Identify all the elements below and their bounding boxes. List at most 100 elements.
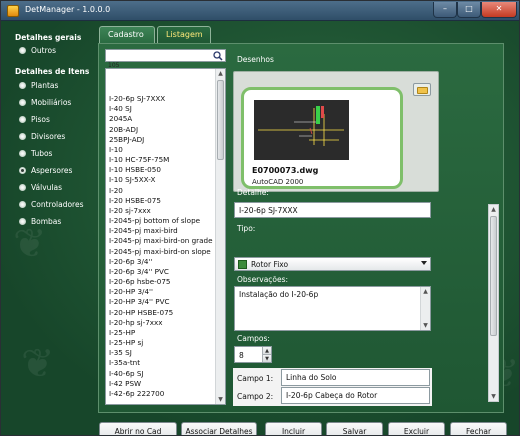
detail-list[interactable]: I-20-6p SJ-7XXX I-40 SJ 2045A 20B-ADJ 25BPJ-… [105,68,226,405]
list-item[interactable]: I-10 SJ-5XX-X [108,175,216,185]
radio-checked-icon [19,167,26,174]
drawings-label: Desenhos [237,55,274,64]
title-bar[interactable]: DetManager - 1.0.0.0 – □ ✕ [1,1,519,21]
list-item[interactable]: I-20 sj-7xxx [108,206,216,216]
list-item[interactable]: I-42-6p 222700 [108,389,216,399]
campos-label: Campos: [237,334,270,343]
list-item[interactable]: I-20 [108,186,216,196]
sidebar-item-tubos[interactable]: Tubos [19,149,52,158]
list-item[interactable]: I-2045-pj maxi-bird-on slope [108,247,216,257]
sidebar-item-controladores[interactable]: Controladores [19,200,84,209]
search-input[interactable] [105,49,226,62]
form-scrollbar[interactable]: ▲ ▼ [488,204,499,402]
tipo-select[interactable]: Rotor Fixo [234,257,431,271]
maximize-button[interactable]: □ [457,2,481,18]
detalhe-field[interactable]: I-20-6p SJ-7XXX [234,202,431,218]
list-item[interactable]: I-20-6p SJ-7XXX [108,94,216,104]
scroll-up-icon[interactable]: ▲ [421,287,430,296]
sidebar-item-aspersores[interactable]: Aspersores [19,166,72,175]
salvar-button[interactable]: Salvar [326,422,383,435]
campos-stepper[interactable]: 8 ▲ ▼ [234,346,272,363]
list-item[interactable]: I-10 [108,145,216,155]
associar-detalhes-button[interactable]: Associar Detalhes [181,422,257,435]
campo-2-field[interactable]: I-20-6p Cabeça do Rotor [281,387,430,404]
detalhe-label: Detalhe: [237,188,269,197]
scroll-down-icon[interactable]: ▼ [421,321,430,330]
incluir-button[interactable]: Incluir [265,422,322,435]
observacoes-value: Instalação do I-20-6p [239,290,319,299]
drawing-version: AutoCAD 2000 [252,178,304,186]
list-item[interactable]: I-2045-pj maxi-bird-on grade [108,236,216,246]
list-item[interactable]: 25BPJ-ADJ [108,135,216,145]
radio-icon [19,99,26,106]
scroll-up-icon[interactable]: ▲ [489,205,498,214]
scroll-down-icon[interactable]: ▼ [489,392,498,401]
detail-list-items: I-20-6p SJ-7XXX I-40 SJ 2045A 20B-ADJ 25BPJ-… [108,94,216,399]
list-item[interactable]: I-40-6p SJ [108,369,216,379]
folder-icon [417,87,428,94]
drawing-card[interactable]: E0700073.dwg AutoCAD 2000 [241,87,403,189]
scroll-up-icon[interactable]: ▲ [216,69,225,78]
sidebar-item-valvulas[interactable]: Válvulas [19,183,62,192]
client-area: ❦ ❦ ❦ Detalhes gerais Outros Detalhes de… [1,21,519,435]
sidebar: Detalhes gerais Outros Detalhes de Itens… [1,21,96,435]
campo-1-label: Campo 1: [237,374,274,383]
list-item[interactable]: I-25-HP [108,328,216,338]
window-title: DetManager - 1.0.0.0 [25,5,111,14]
list-item[interactable]: I-20-6p 3/4'' [108,257,216,267]
list-item[interactable]: I-40 SJ [108,104,216,114]
sidebar-item-outros[interactable]: Outros [19,46,56,55]
scroll-thumb[interactable] [217,80,224,160]
list-item[interactable]: 2045A [108,114,216,124]
list-item[interactable]: I-10 HSBE-050 [108,165,216,175]
list-item[interactable]: I-20 HSBE-075 [108,196,216,206]
tipo-select-value: Rotor Fixo [251,260,289,269]
list-item[interactable]: I-20-hp sj-7xxx [108,318,216,328]
minimize-button[interactable]: – [433,2,457,18]
search-icon[interactable] [213,51,223,61]
scroll-down-icon[interactable]: ▼ [216,395,225,404]
list-item[interactable]: I-20-HP 3/4'' PVC [108,297,216,307]
tab-listagem[interactable]: Listagem [157,26,211,43]
open-folder-button[interactable] [413,83,431,96]
sidebar-item-plantas[interactable]: Plantas [19,81,58,90]
tab-cadastro[interactable]: Cadastro [99,26,155,43]
observacoes-label: Observações: [237,275,289,284]
sidebar-item-label: Plantas [31,81,59,90]
list-item[interactable]: I-42 PSW [108,379,216,389]
sidebar-item-bombas[interactable]: Bombas [19,217,61,226]
radio-icon [19,133,26,140]
drawing-file-name: E0700073.dwg [252,166,319,175]
list-item[interactable]: 20B-ADJ [108,125,216,135]
sidebar-item-label: Mobiliários [31,98,72,107]
excluir-button[interactable]: Excluir [388,422,445,435]
sidebar-item-label: Bombas [31,217,62,226]
radio-icon [19,201,26,208]
fechar-button[interactable]: Fechar [450,422,507,435]
stepper-down-icon[interactable]: ▼ [262,354,271,362]
list-item[interactable]: I-20-HP 3/4'' [108,287,216,297]
list-item[interactable]: I-35a-tnt [108,358,216,368]
sidebar-item-label: Pisos [31,115,50,124]
scroll-thumb[interactable] [490,216,497,336]
list-item[interactable]: I-35 SJ [108,348,216,358]
sidebar-item-mobiliarios[interactable]: Mobiliários [19,98,71,107]
close-button[interactable]: ✕ [481,2,517,18]
campo-1-field[interactable]: Linha do Solo [281,369,430,386]
list-item[interactable]: I-10 HC-75F-75M [108,155,216,165]
list-item[interactable]: I-2045-pj bottom of slope [108,216,216,226]
abrir-no-cad-button[interactable]: Abrir no Cad [99,422,177,435]
observacoes-field[interactable]: Instalação do I-20-6p ▲ ▼ [234,286,431,331]
list-item[interactable]: I-20-6p 3/4'' PVC [108,267,216,277]
rotor-icon [238,260,247,269]
sidebar-item-divisores[interactable]: Divisores [19,132,65,141]
list-item[interactable]: I-25-HP sj [108,338,216,348]
campos-value: 8 [239,351,244,360]
list-item[interactable]: I-20-HP HSBE-075 [108,308,216,318]
observacoes-scrollbar[interactable]: ▲ ▼ [420,287,430,330]
sidebar-item-pisos[interactable]: Pisos [19,115,50,124]
list-item[interactable]: I-20-6p hsbe-075 [108,277,216,287]
list-item[interactable]: I-2045-pj maxi-bird [108,226,216,236]
sidebar-item-label: Outros [31,46,57,55]
list-scrollbar[interactable]: ▲ ▼ [215,69,225,404]
